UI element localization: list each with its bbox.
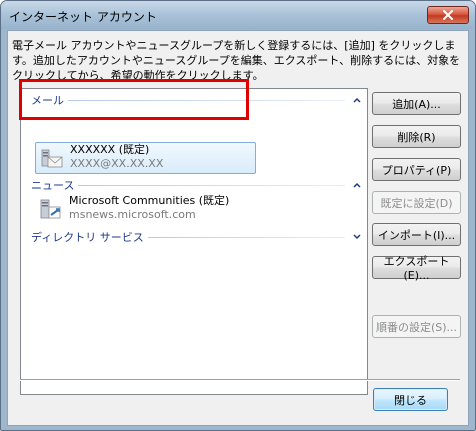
set-order-button[interactable]: 順番の設定(S)... — [372, 315, 461, 338]
window-close-button[interactable] — [427, 6, 469, 24]
group-divider — [147, 236, 345, 238]
group-header-directory-services[interactable]: ディレクトリ サービス — [31, 230, 361, 244]
dialog-client-area: 電子メール アカウントやニュースグループを新しく登録するには、[追加] をクリッ… — [7, 30, 469, 426]
close-icon — [443, 10, 453, 20]
group-label-news: ニュース — [31, 179, 75, 192]
window-title: インターネット アカウント — [9, 10, 157, 24]
remove-button[interactable]: 削除(R) — [372, 125, 461, 148]
mail-account-icon — [41, 149, 63, 168]
mail-account-address: XXXX@XX.XX.XX — [70, 157, 164, 170]
footer-separator — [20, 379, 460, 381]
news-server-icon — [40, 199, 61, 219]
title-bar[interactable]: インターネット アカウント — [1, 1, 475, 29]
mail-account-name: XXXXXX (既定) — [70, 143, 150, 156]
instructions-text: 電子メール アカウントやニュースグループを新しく登録するには、[追加] をクリッ… — [12, 39, 461, 82]
set-default-button[interactable]: 既定に設定(D) — [372, 191, 461, 214]
internet-accounts-window: インターネット アカウント 電子メール アカウントやニュースグループを新しく登録… — [0, 0, 476, 431]
group-header-news[interactable]: ニュース — [31, 178, 361, 192]
news-account-server: msnews.microsoft.com — [69, 208, 196, 221]
accounts-list[interactable]: メール XXXXXX (既定) XXXX@XX.XX.XX ニュース Micro… — [20, 88, 368, 395]
chevron-up-icon[interactable] — [353, 97, 361, 103]
group-label-directory-services: ディレクトリ サービス — [31, 231, 144, 244]
close-button[interactable]: 閉じる — [373, 388, 448, 411]
export-button[interactable]: エクスポート(E)... — [372, 255, 461, 282]
import-button[interactable]: インポート(I)... — [372, 223, 461, 246]
group-label-mail: メール — [31, 94, 64, 107]
chevron-up-icon[interactable] — [353, 182, 361, 188]
mail-account-item[interactable]: XXXXXX (既定) XXXX@XX.XX.XX — [35, 142, 256, 174]
group-divider — [68, 99, 345, 101]
chevron-down-icon[interactable] — [353, 234, 361, 240]
news-account-item[interactable]: Microsoft Communities (既定) msnews.micros… — [35, 194, 335, 226]
news-account-name: Microsoft Communities (既定) — [69, 194, 230, 207]
add-button[interactable]: 追加(A)... — [372, 92, 461, 115]
properties-button[interactable]: プロパティ(P) — [372, 158, 461, 181]
group-header-mail[interactable]: メール — [31, 93, 361, 107]
group-divider — [78, 184, 345, 186]
